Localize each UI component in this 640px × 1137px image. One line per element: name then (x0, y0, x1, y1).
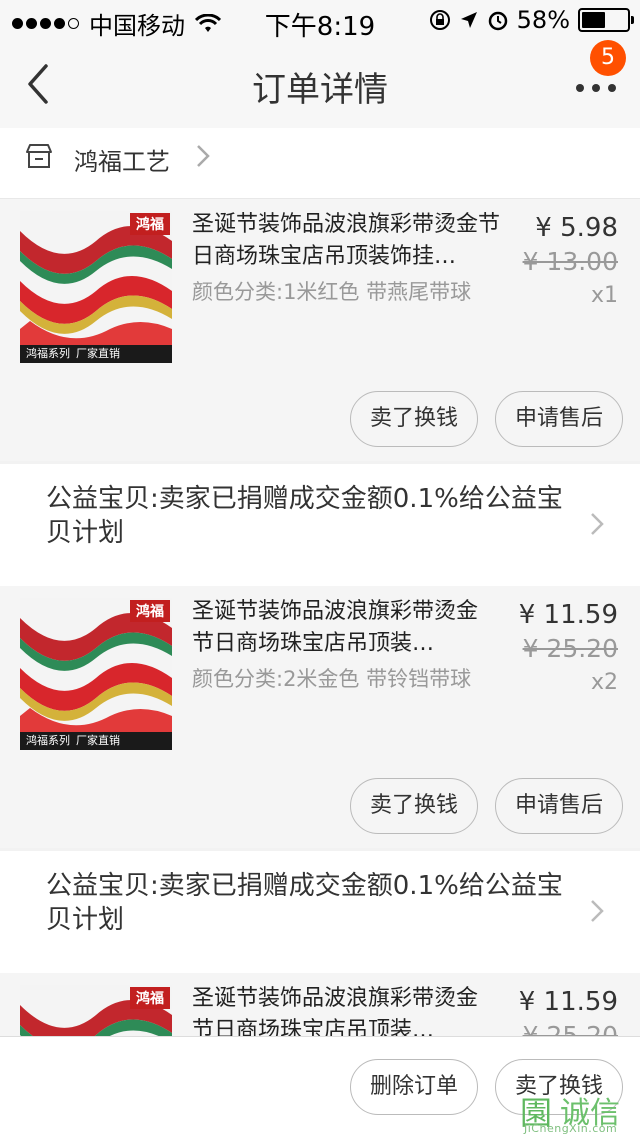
brand-logo: 鸿福 (130, 213, 170, 235)
brand-logo: 鸿福 (130, 987, 170, 1009)
original-price: ¥ 25.20 (522, 1021, 618, 1036)
alarm-icon (488, 11, 507, 31)
order-item[interactable]: 鸿福 鸿福系列 厂家直销 圣诞节装饰品波浪旗彩带烫金节日商场珠宝店吊顶装饰挂… 颜… (0, 199, 640, 461)
image-footer: 鸿福系列 厂家直销 (20, 345, 172, 363)
order-item[interactable]: 鸿福 圣诞节装饰品波浪旗彩带烫金节日商场珠宝店吊顶装… ¥ 11.59 ¥ 25… (0, 973, 640, 1036)
product-price: ¥ 11.59 (518, 600, 618, 630)
battery-percent: 58% (516, 6, 570, 34)
product-quantity: x2 (590, 670, 618, 695)
location-icon (460, 12, 477, 28)
page-title: 订单详情 (252, 70, 388, 110)
sell-exchange-button[interactable]: 卖了换钱 (350, 391, 478, 447)
sell-exchange-button[interactable]: 卖了换钱 (350, 778, 478, 834)
battery-icon (578, 8, 634, 32)
image-footer: 鸿福系列 厂家直销 (20, 732, 172, 750)
product-name[interactable]: 圣诞节装饰品波浪旗彩带烫金节日商场珠宝店吊顶装… (192, 596, 492, 660)
delete-order-button[interactable]: 删除订单 (350, 1059, 478, 1115)
product-quantity: x1 (590, 283, 618, 308)
chevron-right-icon (591, 900, 604, 922)
shop-name[interactable]: 鸿福工艺 (74, 142, 170, 177)
status-bar: 中国移动 下午8:19 58% (0, 0, 640, 42)
product-thumbnail[interactable]: 鸿福 (20, 985, 172, 1036)
watermark: 園 诚信 JiChengXin.com (520, 1088, 638, 1136)
charity-notice[interactable]: 公益宝贝:卖家已捐赠成交金额0.1%给公益宝贝计划 (0, 851, 640, 973)
watermark-url: JiChengXin.com (524, 1122, 618, 1135)
product-thumbnail[interactable]: 鸿福 鸿福系列 厂家直销 (20, 598, 172, 750)
chevron-right-icon (591, 513, 604, 535)
shop-header[interactable]: 鸿福工艺 (0, 128, 640, 199)
charity-text: 公益宝贝:卖家已捐赠成交金额0.1%给公益宝贝计划 (46, 484, 563, 548)
order-item[interactable]: 鸿福 鸿福系列 厂家直销 圣诞节装饰品波浪旗彩带烫金节日商场珠宝店吊顶装… 颜色分… (0, 586, 640, 848)
original-price: ¥ 13.00 (522, 247, 618, 276)
product-name[interactable]: 圣诞节装饰品波浪旗彩带烫金节日商场珠宝店吊顶装… (192, 983, 492, 1036)
nav-bar: 订单详情 5 (0, 40, 640, 128)
product-spec: 颜色分类:1米红色 带燕尾带球 (192, 280, 472, 304)
product-name[interactable]: 圣诞节装饰品波浪旗彩带烫金节日商场珠宝店吊顶装饰挂… (192, 209, 512, 273)
product-spec: 颜色分类:2米金色 带铃铛带球 (192, 667, 472, 691)
product-price: ¥ 11.59 (518, 987, 618, 1017)
after-sales-button[interactable]: 申请售后 (495, 778, 623, 834)
brand-logo: 鸿福 (130, 600, 170, 622)
product-thumbnail[interactable]: 鸿福 鸿福系列 厂家直销 (20, 211, 172, 363)
rotation-lock-icon (429, 10, 450, 30)
more-options-icon[interactable] (574, 76, 618, 100)
charity-text: 公益宝贝:卖家已捐赠成交金额0.1%给公益宝贝计划 (46, 871, 563, 935)
product-price: ¥ 5.98 (535, 213, 618, 243)
chevron-right-icon (197, 145, 210, 167)
store-icon (26, 144, 52, 168)
notification-badge: 5 (590, 40, 626, 76)
after-sales-button[interactable]: 申请售后 (495, 391, 623, 447)
charity-notice[interactable]: 公益宝贝:卖家已捐赠成交金额0.1%给公益宝贝计划 (0, 464, 640, 586)
original-price: ¥ 25.20 (522, 634, 618, 663)
